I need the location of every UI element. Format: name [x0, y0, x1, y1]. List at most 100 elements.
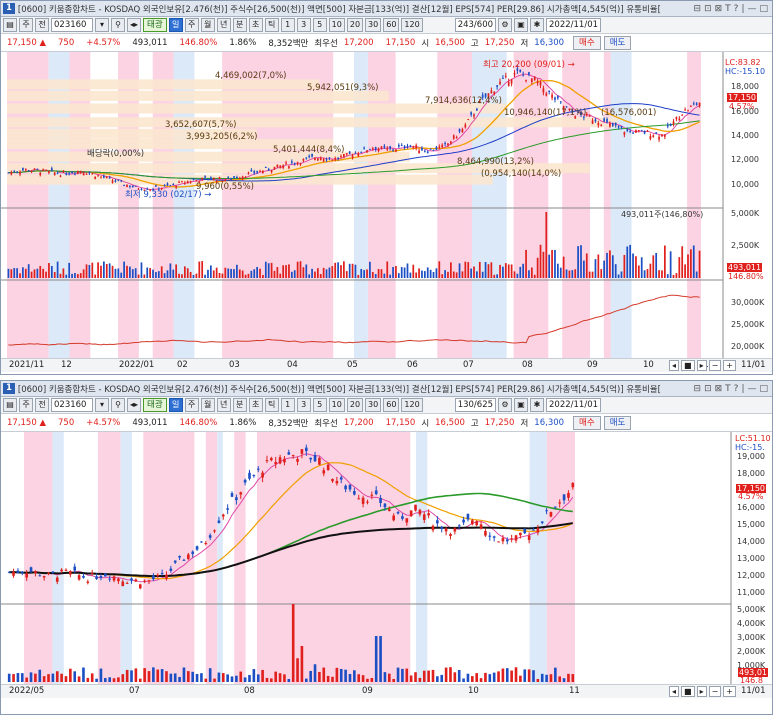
minimize-icon[interactable]: — [747, 384, 756, 394]
sys-select-2[interactable]: 전 [35, 18, 49, 32]
candle-body [643, 130, 646, 134]
sys-select[interactable]: 주 [19, 18, 33, 32]
settings-icon[interactable]: ⚙ [498, 398, 513, 412]
volume-bar [209, 265, 212, 278]
min-10[interactable]: 10 [328, 398, 345, 412]
stop-icon[interactable]: ■ [681, 360, 695, 371]
maximize-icon[interactable]: □ [759, 384, 768, 394]
sys-select-2[interactable]: 전 [35, 398, 49, 412]
period-tick[interactable]: 틱 [264, 18, 279, 32]
layout-icon[interactable]: ⊟ [694, 4, 702, 14]
help-icon[interactable]: ? [734, 384, 739, 394]
sys-select[interactable]: 주 [19, 398, 33, 412]
zoom-in-icon[interactable]: + [723, 686, 736, 697]
pin-icon[interactable]: ⊠ [715, 4, 723, 14]
min-3[interactable]: 3 [296, 398, 311, 412]
scroll-left-icon[interactable]: ◂ [669, 686, 680, 697]
period-day[interactable]: 일 [168, 18, 183, 32]
layout-icon[interactable]: ⊟ [694, 384, 702, 394]
save-icon[interactable]: ▣ [514, 398, 529, 412]
maximize-icon[interactable]: □ [759, 4, 768, 14]
min-20[interactable]: 20 [346, 18, 364, 32]
period-year[interactable]: 년 [216, 18, 231, 32]
chart-type-icon[interactable]: ▤ [3, 398, 17, 412]
period-month[interactable]: 월 [200, 398, 215, 412]
stock-code-input[interactable]: 023160 [51, 18, 93, 32]
zoom-out-icon[interactable]: − [708, 686, 722, 697]
scroll-right-icon[interactable]: ▸ [696, 360, 707, 371]
gear-icon[interactable]: ✱ [530, 398, 545, 412]
min-60[interactable]: 60 [383, 18, 400, 32]
candle-body [567, 492, 570, 498]
min-60[interactable]: 60 [383, 398, 400, 412]
min-30[interactable]: 30 [365, 18, 382, 32]
period-tick[interactable]: 틱 [264, 398, 279, 412]
search-icon[interactable]: ⚲ [111, 398, 125, 412]
save-icon[interactable]: ▣ [514, 18, 529, 32]
help-icon[interactable]: ? [734, 4, 739, 14]
restore-icon[interactable]: ⊡ [704, 4, 712, 14]
min-10[interactable]: 10 [328, 18, 345, 32]
gear-icon[interactable]: ✱ [530, 18, 545, 32]
candle-body [48, 171, 50, 173]
stock-code-input[interactable]: 023160 [51, 398, 93, 412]
min-30[interactable]: 30 [365, 398, 382, 412]
period-week[interactable]: 주 [184, 18, 199, 32]
text-icon[interactable]: T [725, 4, 731, 14]
window-titlebar[interactable]: 1 [0600] 키움종합차트 - KOSDAQ 외국인보유[2.476(천)]… [1, 1, 772, 17]
zoom-out-icon[interactable]: − [708, 360, 722, 371]
dropdown-icon[interactable]: ▾ [95, 18, 109, 32]
sell-button[interactable]: 매도 [603, 416, 632, 430]
scroll-controls[interactable]: ◂ ■ ▸ − + [669, 686, 736, 697]
candle-body [458, 128, 461, 132]
date-tick: 2022/01 [119, 360, 155, 370]
search-icon[interactable]: ⚲ [111, 18, 125, 32]
volume-bar [392, 267, 394, 278]
zoom-in-icon[interactable]: + [723, 360, 736, 371]
chart-2-canvas[interactable] [1, 432, 772, 684]
window-titlebar[interactable]: 1 [0600] 키움종합차트 - KOSDAQ 외국인보유[2.476(천)]… [1, 381, 772, 397]
period-second[interactable]: 초 [248, 398, 263, 412]
pin-icon[interactable]: ⊠ [715, 384, 723, 394]
min-1[interactable]: 1 [280, 18, 295, 32]
arrows-icon[interactable]: ◂▸ [127, 398, 142, 412]
candle-body [204, 543, 208, 545]
scroll-controls[interactable]: ◂ ■ ▸ − + [669, 360, 736, 371]
scroll-left-icon[interactable]: ◂ [669, 360, 680, 371]
chart-type-icon[interactable]: ▤ [3, 18, 17, 32]
date-input[interactable]: 2022/11/01 [546, 18, 602, 32]
min-5[interactable]: 5 [312, 18, 327, 32]
period-minute[interactable]: 분 [232, 18, 247, 32]
period-minute[interactable]: 분 [232, 398, 247, 412]
dropdown-icon[interactable]: ▾ [95, 398, 109, 412]
bar-count[interactable]: 243/600 [454, 18, 497, 32]
period-month[interactable]: 월 [200, 18, 215, 32]
date-input[interactable]: 2022/11/01 [546, 398, 602, 412]
arrows-icon[interactable]: ◂▸ [127, 18, 142, 32]
chart-1-canvas[interactable] [1, 52, 772, 358]
candle-body [490, 90, 493, 94]
text-icon[interactable]: T [725, 384, 731, 394]
period-second[interactable]: 초 [248, 18, 263, 32]
restore-icon[interactable]: ⊡ [704, 384, 712, 394]
separator: | [741, 3, 745, 14]
min-20[interactable]: 20 [346, 398, 364, 412]
buy-button[interactable]: 매수 [573, 36, 601, 50]
settings-icon[interactable]: ⚙ [498, 18, 513, 32]
minimize-icon[interactable]: — [747, 4, 756, 14]
min-120[interactable]: 120 [401, 18, 423, 32]
candle-body [418, 509, 422, 515]
min-120[interactable]: 120 [401, 398, 423, 412]
stop-icon[interactable]: ■ [681, 686, 695, 697]
buy-button[interactable]: 매수 [573, 416, 601, 430]
vol-level-label: 4,469,002(7,0%) [215, 71, 287, 81]
period-day[interactable]: 일 [168, 398, 183, 412]
bar-count[interactable]: 130/625 [454, 398, 497, 412]
min-1[interactable]: 1 [280, 398, 295, 412]
min-5[interactable]: 5 [312, 398, 327, 412]
period-week[interactable]: 주 [184, 398, 199, 412]
period-year[interactable]: 년 [216, 398, 231, 412]
scroll-right-icon[interactable]: ▸ [696, 686, 707, 697]
min-3[interactable]: 3 [296, 18, 311, 32]
sell-button[interactable]: 매도 [603, 36, 632, 50]
